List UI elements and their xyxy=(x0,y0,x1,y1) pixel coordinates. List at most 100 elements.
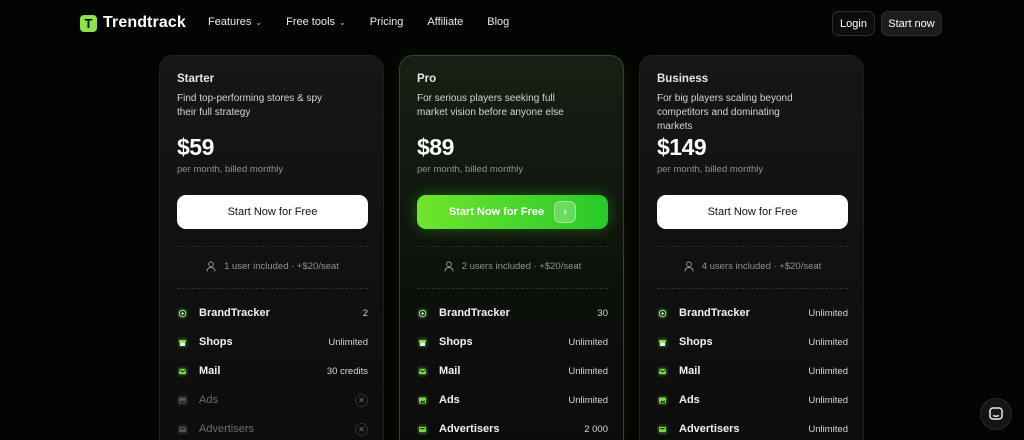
divider xyxy=(417,246,608,247)
pricing-card-starter: Starter Find top-performing stores & spy … xyxy=(159,55,384,440)
feature-row-brandtracker: BrandTracker Unlimited xyxy=(657,305,848,321)
seat-text: 1 user included · +$20/seat xyxy=(224,261,339,272)
plan-billing: per month, billed monthly xyxy=(657,164,764,175)
plan-price: $89 xyxy=(417,134,454,160)
chat-launcher-button[interactable] xyxy=(980,398,1012,430)
start-now-for-free-button[interactable]: Start Now for Free xyxy=(657,195,848,229)
plan-billing: per month, billed monthly xyxy=(177,164,284,175)
crosshair-icon xyxy=(417,307,428,319)
feature-name: Ads xyxy=(199,394,218,406)
mail-icon xyxy=(417,365,428,377)
divider xyxy=(417,288,608,289)
plan-description: For serious players seeking full market … xyxy=(417,93,564,118)
feature-value: 30 xyxy=(597,307,608,319)
seat-info: 1 user included · +$20/seat xyxy=(160,261,385,272)
start-now-button[interactable]: Start now xyxy=(881,11,942,36)
feature-name: Mail xyxy=(439,365,461,377)
feature-name: Shops xyxy=(679,336,713,348)
plan-price: $59 xyxy=(177,134,214,160)
advertiser-icon xyxy=(417,423,428,435)
feature-row-advertisers: Advertisers ✕ xyxy=(177,421,368,437)
menu-item-pricing[interactable]: Pricing xyxy=(370,16,404,28)
feature-row-mail: Mail Unlimited xyxy=(657,363,848,379)
pricing-card-business: Business For big players scaling beyond c… xyxy=(639,55,864,440)
plan-billing: per month, billed monthly xyxy=(417,164,524,175)
store-icon xyxy=(177,336,188,348)
store-icon xyxy=(417,336,428,348)
advertiser-icon xyxy=(177,423,188,435)
pricing-card-pro: Pro For serious players seeking full mark… xyxy=(399,55,624,440)
crosshair-icon xyxy=(657,307,668,319)
image-icon xyxy=(657,394,668,406)
menu-item-affiliate[interactable]: Affiliate xyxy=(427,16,463,28)
feature-name: Shops xyxy=(199,336,233,348)
feature-row-brandtracker: BrandTracker 30 xyxy=(417,305,608,321)
user-icon xyxy=(206,261,216,272)
menu-item-free-tools[interactable]: Free tools ⌄ xyxy=(286,16,346,28)
plan-description: Find top-performing stores & spy their f… xyxy=(177,93,323,118)
excluded-x-icon: ✕ xyxy=(355,422,368,436)
user-icon xyxy=(444,261,454,272)
mail-icon xyxy=(657,365,668,377)
menu-item-features[interactable]: Features ⌄ xyxy=(208,16,262,28)
button-label: Start Now for Free xyxy=(448,206,545,218)
feature-name: Ads xyxy=(439,394,460,406)
feature-name: BrandTracker xyxy=(199,307,270,319)
feature-name: Ads xyxy=(679,394,700,406)
chat-icon xyxy=(989,407,1003,420)
feature-row-shops: Shops Unlimited xyxy=(657,334,848,350)
chevron-down-icon: ⌄ xyxy=(339,17,346,27)
feature-row-mail: Mail Unlimited xyxy=(417,363,608,379)
excluded-x-icon: ✕ xyxy=(355,393,368,407)
feature-row-brandtracker: BrandTracker 2 xyxy=(177,305,368,321)
feature-row-advertisers: Advertisers 2 000 xyxy=(417,421,608,437)
seat-text: 2 users included · +$20/seat xyxy=(461,261,582,272)
brand-logo[interactable]: T Trendtrack xyxy=(80,14,186,32)
divider xyxy=(657,288,848,289)
seat-info: 4 users included · +$20/seat xyxy=(640,261,865,272)
feature-value: Unlimited xyxy=(328,336,368,348)
feature-value: Unlimited xyxy=(808,394,848,406)
menu-item-blog[interactable]: Blog xyxy=(487,16,509,28)
mail-icon xyxy=(177,365,188,377)
feature-row-advertisers: Advertisers Unlimited xyxy=(657,421,848,437)
feature-value: 30 credits xyxy=(326,365,368,377)
seat-text: 4 users included · +$20/seat xyxy=(701,261,822,272)
chevron-right-icon: › xyxy=(554,201,577,223)
feature-value: 2 000 xyxy=(584,423,608,435)
menu-item-label: Free tools xyxy=(286,16,336,28)
advertiser-icon xyxy=(657,423,668,435)
start-now-for-free-button[interactable]: Start Now for Free › xyxy=(417,195,608,229)
divider xyxy=(177,288,368,289)
brand-name: Trendtrack xyxy=(103,14,186,31)
user-icon xyxy=(684,261,694,272)
feature-row-shops: Shops Unlimited xyxy=(177,334,368,350)
store-icon xyxy=(657,336,668,348)
feature-row-mail: Mail 30 credits xyxy=(177,363,368,379)
crosshair-icon xyxy=(177,307,188,319)
feature-value: Unlimited xyxy=(808,336,848,348)
plan-description: For big players scaling beyond competito… xyxy=(657,93,793,132)
feature-value: Unlimited xyxy=(808,423,848,435)
feature-value: Unlimited xyxy=(808,307,848,319)
image-icon xyxy=(417,394,428,406)
feature-name: Mail xyxy=(199,365,221,377)
divider xyxy=(177,246,368,247)
feature-value: 2 xyxy=(362,307,368,319)
feature-name: BrandTracker xyxy=(439,307,510,319)
feature-row-ads: Ads Unlimited xyxy=(657,392,848,408)
login-button[interactable]: Login xyxy=(832,11,875,36)
start-now-for-free-button[interactable]: Start Now for Free xyxy=(177,195,368,229)
feature-name: Advertisers xyxy=(439,423,500,435)
feature-name: Mail xyxy=(679,365,701,377)
feature-value: Unlimited xyxy=(568,394,608,406)
chevron-down-icon: ⌄ xyxy=(255,17,263,27)
feature-value: Unlimited xyxy=(808,365,848,377)
feature-name: Advertisers xyxy=(679,423,740,435)
menu-item-label: Affiliate xyxy=(427,16,464,28)
feature-name: Advertisers xyxy=(199,423,255,435)
feature-name: BrandTracker xyxy=(679,307,750,319)
image-icon xyxy=(177,394,188,406)
feature-value: Unlimited xyxy=(568,365,608,377)
seat-info: 2 users included · +$20/seat xyxy=(400,261,625,272)
